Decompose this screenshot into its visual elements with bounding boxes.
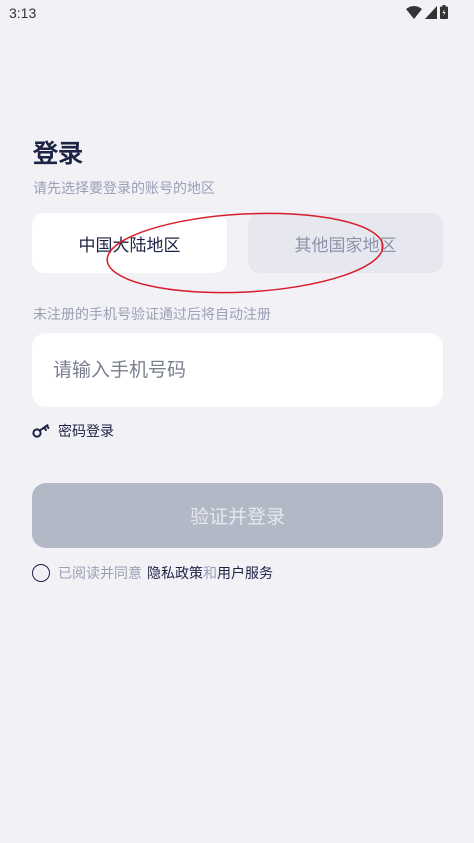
agreement-prefix: 已阅读并同意 (58, 566, 142, 582)
agreement-conjunction: 和 (203, 566, 217, 582)
page-subtitle: 请先选择要登录的账号的地区 (33, 181, 215, 197)
password-login-label: 密码登录 (58, 424, 114, 440)
password-login-link[interactable]: 密码登录 (32, 421, 114, 441)
agreement-row: 已阅读并同意 隐私政策 和 用户服务 (32, 563, 273, 583)
status-time: 3:13 (9, 5, 37, 21)
wifi-icon (406, 5, 422, 19)
user-service-link[interactable]: 用户服务 (217, 563, 273, 583)
region-option-other-label: 其他国家地区 (294, 235, 397, 256)
region-option-other[interactable]: 其他国家地区 (248, 213, 443, 273)
region-option-mainland-label: 中国大陆地区 (78, 235, 181, 256)
verify-login-label: 验证并登录 (189, 506, 285, 528)
region-option-mainland[interactable]: 中国大陆地区 (32, 213, 227, 273)
key-icon (32, 424, 50, 438)
phone-input[interactable] (32, 333, 443, 407)
verify-login-button[interactable]: 验证并登录 (32, 483, 443, 548)
signal-icon (425, 5, 437, 19)
privacy-policy-link[interactable]: 隐私政策 (147, 563, 203, 583)
status-bar: 3:13 (0, 0, 474, 26)
auto-register-hint: 未注册的手机号验证通过后将自动注册 (33, 307, 271, 323)
page-title: 登录 (33, 139, 84, 168)
status-icons (406, 5, 448, 19)
battery-icon (440, 5, 448, 19)
agree-checkbox[interactable] (32, 564, 50, 582)
region-toggle: 中国大陆地区 其他国家地区 (32, 213, 443, 273)
